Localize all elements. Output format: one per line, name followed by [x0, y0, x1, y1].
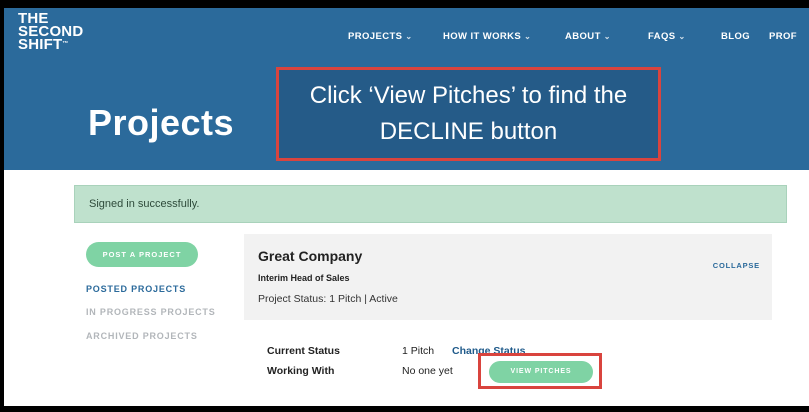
browser-page: THE SECOND SHIFT™ PROJECTS ⌄ HOW IT WORKS…	[4, 8, 809, 406]
project-card: Great Company Interim Head of Sales Proj…	[244, 234, 772, 320]
project-role: Interim Head of Sales	[258, 273, 350, 283]
chevron-down-icon: ⌄	[405, 32, 413, 41]
sidebar-item-posted-projects[interactable]: POSTED PROJECTS	[86, 284, 186, 294]
nav-about[interactable]: ABOUT ⌄	[565, 31, 611, 42]
post-project-button[interactable]: POST A PROJECT	[86, 242, 198, 267]
nav-blog-label: BLOG	[721, 31, 751, 42]
current-status-label: Current Status	[267, 345, 340, 357]
collapse-button[interactable]: COLLAPSE	[713, 261, 760, 270]
main-nav: PROJECTS ⌄ HOW IT WORKS ⌄ ABOUT ⌄ FAQS ⌄ BLO…	[4, 31, 809, 45]
nav-faqs-label: FAQS	[648, 31, 676, 42]
project-status: Project Status: 1 Pitch | Active	[258, 293, 398, 305]
nav-how-it-works[interactable]: HOW IT WORKS ⌄	[443, 31, 531, 42]
nav-projects-label: PROJECTS	[348, 31, 403, 42]
flash-message: Signed in successfully.	[74, 185, 787, 223]
callout-line-2: DECLINE button	[379, 118, 558, 145]
nav-about-label: ABOUT	[565, 31, 601, 42]
nav-how-it-works-label: HOW IT WORKS	[443, 31, 522, 42]
nav-profile[interactable]: PROF	[769, 31, 797, 42]
company-name: Great Company	[258, 248, 363, 264]
nav-projects[interactable]: PROJECTS ⌄	[348, 31, 413, 42]
chevron-down-icon: ⌄	[678, 32, 686, 41]
nav-blog[interactable]: BLOG	[721, 31, 750, 42]
view-pitches-button[interactable]: VIEW PITCHES	[489, 361, 593, 383]
sidebar-item-archived-projects[interactable]: ARCHIVED PROJECTS	[86, 331, 198, 341]
nav-faqs[interactable]: FAQS ⌄	[648, 31, 686, 42]
instruction-callout: Click ‘View Pitches’ to find the DECLINE…	[276, 67, 661, 161]
working-with-value: No one yet	[402, 365, 453, 377]
chevron-down-icon: ⌄	[524, 32, 532, 41]
chevron-down-icon: ⌄	[603, 32, 611, 41]
sidebar-item-in-progress-projects[interactable]: IN PROGRESS PROJECTS	[86, 307, 216, 317]
nav-profile-label: PROF	[769, 31, 797, 42]
page-title: Projects	[88, 102, 235, 143]
current-status-value: 1 Pitch	[402, 345, 435, 357]
working-with-label: Working With	[267, 365, 335, 377]
callout-line-1: Click ‘View Pitches’ to find the	[309, 82, 628, 109]
screenshot-frame: THE SECOND SHIFT™ PROJECTS ⌄ HOW IT WORKS…	[0, 0, 809, 412]
